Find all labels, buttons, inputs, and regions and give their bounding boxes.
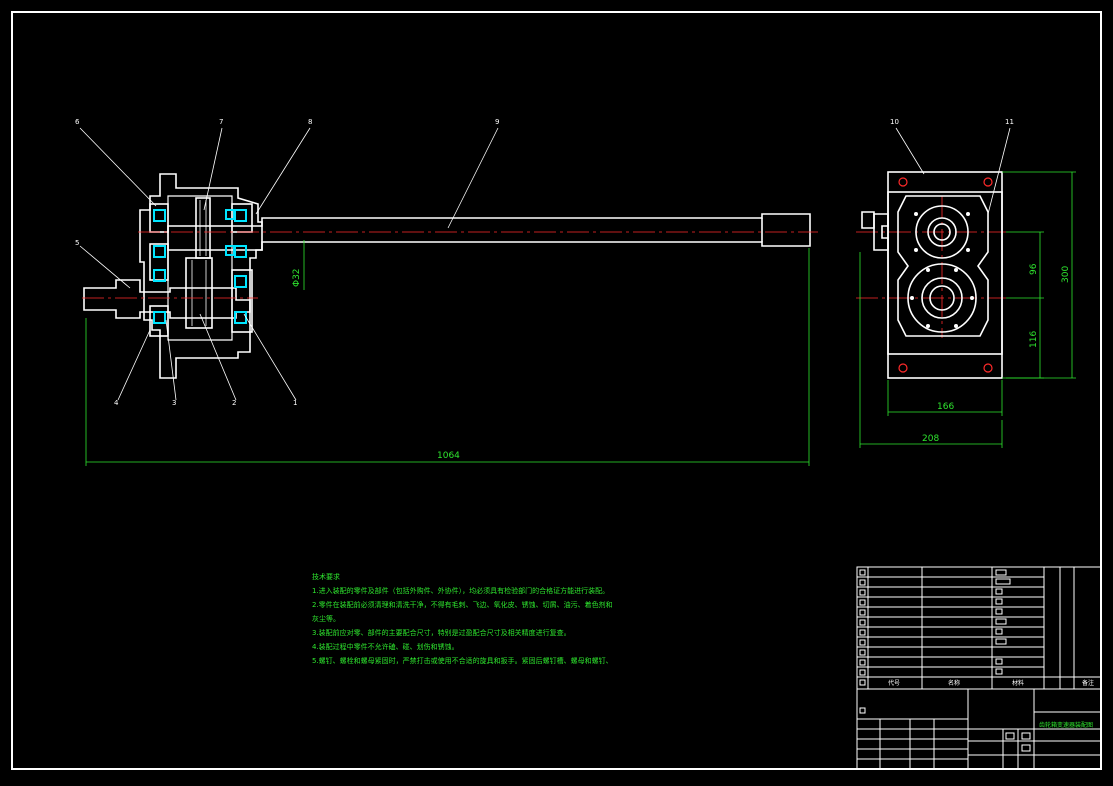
balloon-10: 10	[890, 118, 899, 126]
balloon-2: 2	[232, 399, 237, 407]
sheet-border	[11, 11, 1102, 770]
header-material: 材料	[1012, 680, 1025, 687]
dim-housing-height: 300	[1061, 265, 1071, 283]
header-remark: 备注	[1082, 680, 1095, 687]
balloon-5: 5	[75, 239, 80, 247]
dim-housing-width-inner: 166	[937, 402, 955, 412]
tech-req-title: 技术要求	[312, 573, 340, 581]
balloon-11: 11	[1005, 118, 1014, 126]
tech-req-line-2: 2.零件在装配前必须清理和清洗干净，不得有毛刺、飞边、氧化皮、锈蚀、切屑、油污、…	[312, 601, 613, 609]
balloon-6: 6	[75, 118, 80, 126]
balloon-3: 3	[172, 399, 177, 407]
tech-req-line-4: 3.装配前应对零、部件的主要配合尺寸，特别是过盈配合尺寸及相关精度进行复查。	[312, 629, 571, 637]
tech-req-line-3: 灰尘等。	[312, 615, 340, 623]
tech-req-line-1: 1.进入装配的零件及部件（包括外购件、外协件），均必须具有检验部门的合格证方能进…	[312, 587, 610, 595]
balloon-4: 4	[114, 399, 119, 407]
corner-bolts	[898, 177, 993, 373]
balloon-7: 7	[219, 118, 224, 126]
dim-housing-width-outer: 208	[922, 434, 940, 444]
dim-center-distance: 96	[1029, 263, 1039, 275]
header-code: 代号	[888, 680, 901, 687]
dim-shaft-diameter: Φ32	[292, 268, 302, 287]
title-block-grid	[856, 566, 1102, 770]
balloon-1: 1	[293, 399, 298, 407]
leader-lines	[79, 127, 1011, 401]
drawing-name: 齿轮箱变速器装配图	[1039, 722, 1094, 729]
dim-overall-length: 1064	[437, 451, 460, 461]
header-name: 名称	[948, 680, 961, 687]
balloon-9: 9	[495, 118, 500, 126]
dim-lower-height: 116	[1029, 330, 1039, 348]
drawing-sheet: 6 7 8 9 5 4 3 2 1 10 11 1064 Φ32 96 116 …	[0, 0, 1113, 782]
gearbox-section-view	[83, 173, 811, 379]
balloon-8: 8	[308, 118, 313, 126]
gearbox-side-view	[861, 171, 1003, 379]
tech-req-line-5: 4.装配过程中零件不允许磕、碰、划伤和锈蚀。	[312, 643, 459, 651]
tech-req-line-6: 5.螺钉、螺栓和螺母紧固时，严禁打击或使用不合适的旋具和扳手。紧固后螺钉槽、螺母…	[312, 657, 613, 665]
